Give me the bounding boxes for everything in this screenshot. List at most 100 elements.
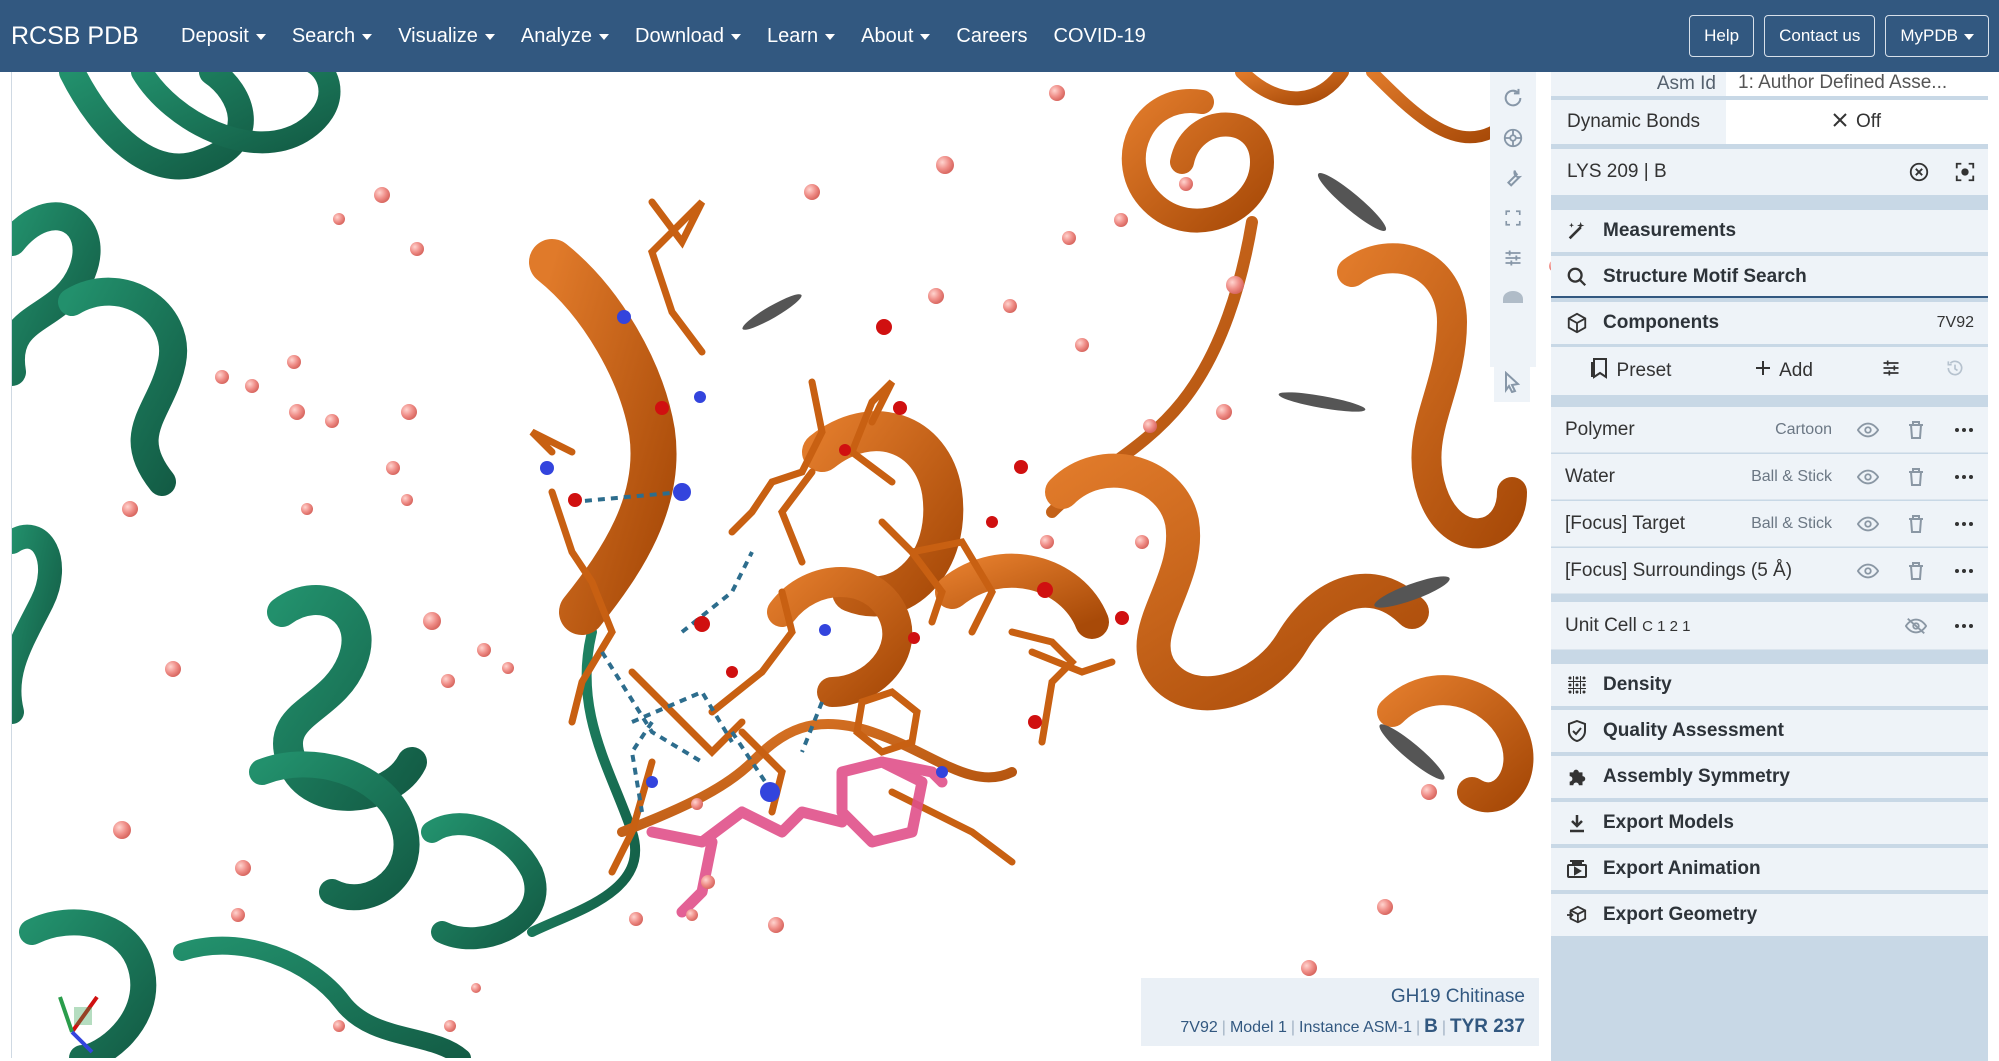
- trash-icon[interactable]: [1892, 454, 1940, 500]
- caret-down-icon: [920, 34, 931, 40]
- more-options-icon[interactable]: [1940, 454, 1988, 500]
- export-models-section[interactable]: Export Models: [1551, 802, 1988, 846]
- component-item[interactable]: [Focus] Surroundings (5 Å): [1551, 548, 1988, 594]
- assembly-symmetry-label: Assembly Symmetry: [1603, 766, 1790, 787]
- visibility-eye-icon[interactable]: [1844, 548, 1892, 594]
- unit-cell-item[interactable]: Unit Cell C 1 2 1: [1551, 602, 1988, 650]
- motif-search-label: Structure Motif Search: [1603, 266, 1807, 287]
- clear-focus-icon[interactable]: [1896, 149, 1942, 195]
- unit-cell-name: Unit Cell C 1 2 1: [1551, 615, 1892, 637]
- visibility-eye-icon[interactable]: [1844, 407, 1892, 453]
- components-actions: Preset Add: [1551, 347, 1988, 395]
- density-grid-icon: [1551, 675, 1603, 695]
- export-animation-section[interactable]: Export Animation: [1551, 848, 1988, 892]
- menu-analyze[interactable]: Analyze: [508, 25, 622, 48]
- component-item[interactable]: Water Ball & Stick: [1551, 454, 1988, 500]
- menu-covid19[interactable]: COVID-19: [1041, 25, 1159, 48]
- right-control-panel: Asm Id 1: Author Defined Asse... Dynamic…: [1551, 72, 1988, 1061]
- more-options-icon[interactable]: [1940, 603, 1988, 649]
- plus-icon: [1755, 360, 1771, 382]
- toggle-3d-icon[interactable]: [1495, 278, 1531, 318]
- contact-us-button[interactable]: Contact us: [1764, 15, 1876, 57]
- menu-label: Visualize: [398, 24, 478, 47]
- component-name: Water: [1565, 465, 1615, 487]
- main-menu: Deposit Search Visualize Analyze Downloa…: [168, 0, 1159, 72]
- help-button[interactable]: Help: [1689, 15, 1755, 57]
- menu-label: Download: [635, 24, 724, 47]
- focus-target-residue: [646, 756, 948, 918]
- menu-label: COVID-19: [1053, 24, 1146, 47]
- component-representation[interactable]: Cartoon: [1775, 421, 1844, 439]
- selection-mode-icon[interactable]: [1494, 362, 1530, 402]
- cube-icon: [1551, 312, 1603, 334]
- more-options-icon[interactable]: [1940, 548, 1988, 594]
- visibility-eye-icon[interactable]: [1844, 501, 1892, 547]
- molecule-scene[interactable]: [12, 72, 1551, 1058]
- shield-check-icon: [1551, 720, 1603, 742]
- component-representation[interactable]: Ball & Stick: [1751, 468, 1844, 486]
- screenshot-icon[interactable]: [1495, 118, 1531, 158]
- menu-visualize[interactable]: Visualize: [385, 25, 508, 48]
- trash-icon[interactable]: [1892, 407, 1940, 453]
- asm-id-label: Asm Id: [1656, 73, 1716, 94]
- more-options-icon[interactable]: [1940, 501, 1988, 547]
- component-item[interactable]: [Focus] Target Ball & Stick: [1551, 501, 1988, 547]
- trash-icon[interactable]: [1892, 501, 1940, 547]
- molecule-viewport[interactable]: GH19 Chitinase 7V92 | Model 1 | Instance ASM…: [11, 72, 1551, 1058]
- components-label: Components: [1603, 312, 1720, 333]
- mypdb-button[interactable]: MyPDB: [1885, 15, 1989, 57]
- menu-about[interactable]: About: [848, 25, 943, 48]
- menu-search[interactable]: Search: [279, 25, 385, 48]
- brand-logo[interactable]: RCSB PDB: [0, 22, 168, 51]
- model-label: Model 1: [1229, 1019, 1287, 1036]
- asm-id-row: Asm Id 1: Author Defined Asse...: [1551, 72, 1988, 96]
- dynamic-bonds-row: Dynamic Bonds Off: [1551, 100, 1988, 144]
- density-label: Density: [1603, 674, 1672, 695]
- structure-title: GH19 Chitinase: [1390, 986, 1525, 1007]
- focus-residue-label[interactable]: LYS 209 | B: [1551, 161, 1896, 183]
- export-geometry-label: Export Geometry: [1603, 904, 1758, 925]
- components-entry-badge: 7V92: [1936, 314, 1974, 331]
- menu-careers[interactable]: Careers: [943, 25, 1040, 48]
- menu-download[interactable]: Download: [622, 25, 754, 48]
- component-options-button[interactable]: [1859, 347, 1923, 395]
- center-focus-icon[interactable]: [1942, 149, 1988, 195]
- reset-camera-icon[interactable]: [1495, 78, 1531, 118]
- visibility-eye-icon[interactable]: [1844, 454, 1892, 500]
- more-options-icon[interactable]: [1940, 407, 1988, 453]
- menu-learn[interactable]: Learn: [754, 25, 848, 48]
- space-group-label: C 1 2 1: [1642, 617, 1691, 635]
- controls-icon[interactable]: [1495, 238, 1531, 278]
- unit-cell-label: Unit Cell: [1565, 614, 1637, 636]
- fullscreen-icon[interactable]: [1495, 198, 1531, 238]
- focus-location: 7V92 | Model 1 | Instance ASM-1 | B | TYR 237: [1180, 1016, 1525, 1037]
- assembly-symmetry-section[interactable]: Assembly Symmetry: [1551, 756, 1988, 800]
- asm-id-select[interactable]: 1: Author Defined Asse...: [1726, 72, 1988, 96]
- focus-row: LYS 209 | B: [1551, 149, 1988, 195]
- entry-id: 7V92: [1180, 1019, 1218, 1036]
- export-geometry-section[interactable]: Export Geometry: [1551, 894, 1988, 938]
- structure-motif-search-section[interactable]: Structure Motif Search: [1551, 256, 1988, 300]
- component-item[interactable]: Polymer Cartoon: [1551, 407, 1988, 453]
- visibility-hidden-icon[interactable]: [1892, 603, 1940, 649]
- viewport-toolbar: [1490, 72, 1536, 367]
- preset-button[interactable]: Preset: [1551, 347, 1709, 395]
- menu-label: Analyze: [520, 24, 593, 47]
- density-section[interactable]: Density: [1551, 664, 1988, 708]
- components-section[interactable]: Components 7V92: [1551, 302, 1988, 346]
- trash-icon[interactable]: [1892, 548, 1940, 594]
- nav-right-buttons: Help Contact us MyPDB: [1689, 15, 1989, 57]
- menu-deposit[interactable]: Deposit: [168, 25, 279, 48]
- caret-down-icon: [362, 34, 373, 40]
- measurements-label: Measurements: [1603, 220, 1737, 241]
- settings-wrench-icon[interactable]: [1495, 158, 1531, 198]
- caret-down-icon: [730, 34, 741, 40]
- dynamic-bonds-value: Off: [1856, 111, 1881, 132]
- component-representation[interactable]: Ball & Stick: [1751, 515, 1844, 533]
- menu-label: Learn: [766, 24, 819, 47]
- dynamic-bonds-toggle[interactable]: Off: [1726, 100, 1988, 144]
- undo-history-button[interactable]: [1923, 347, 1987, 395]
- add-component-button[interactable]: Add: [1709, 347, 1859, 395]
- quality-assessment-section[interactable]: Quality Assessment: [1551, 710, 1988, 754]
- measurements-section[interactable]: Measurements: [1551, 210, 1988, 254]
